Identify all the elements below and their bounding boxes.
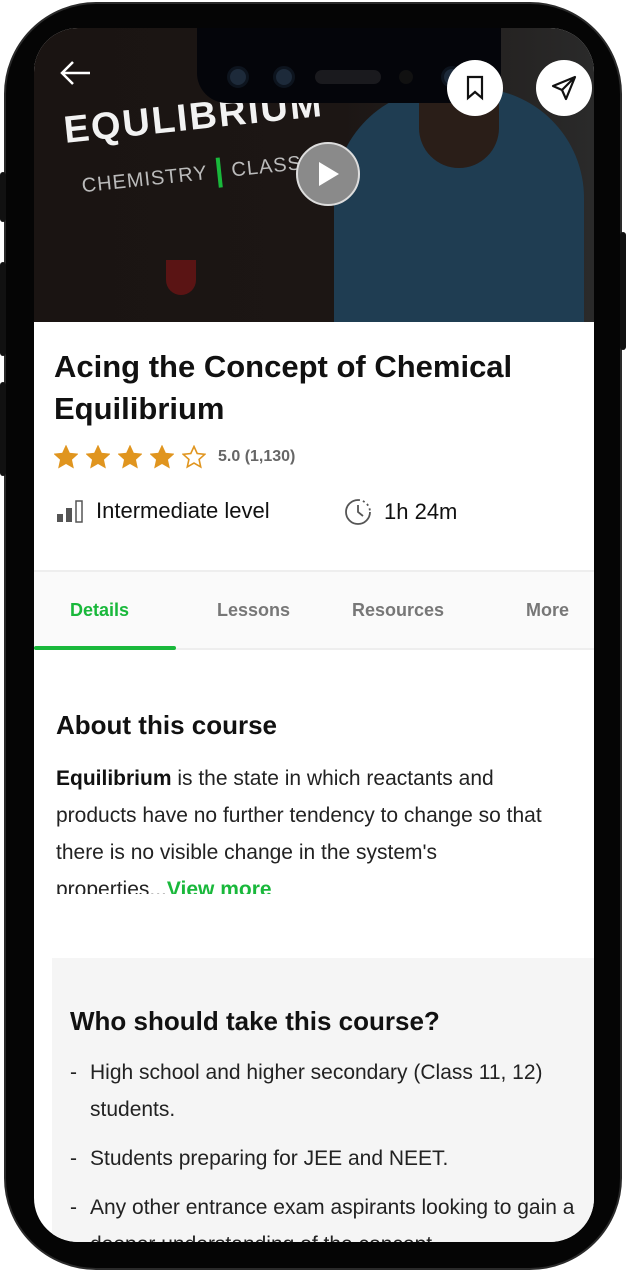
list-item: - Students preparing for JEE and NEET. — [70, 1147, 449, 1170]
level-info: Intermediate level — [56, 498, 270, 524]
list-item: - High school and higher secondary (Class… — [70, 1061, 543, 1121]
arrow-left-icon — [60, 61, 90, 85]
tab-details[interactable]: Details — [70, 600, 129, 621]
tab-lessons[interactable]: Lessons — [217, 600, 290, 621]
rating-text: 5.0 (1,130) — [218, 448, 296, 465]
side-button — [0, 172, 6, 222]
duration-info: 1h 24m — [344, 498, 457, 526]
bookmark-button[interactable] — [447, 60, 503, 116]
tab-bar: Details Lessons Resources More — [34, 570, 594, 650]
list-item: - Any other entrance exam aspirants looki… — [70, 1196, 575, 1242]
star-filled-icon — [150, 445, 174, 469]
star-filled-icon — [86, 445, 110, 469]
audience-heading: Who should take this course? — [70, 1006, 440, 1036]
thumbnail-subtitle: CHEMISTRY CLASS — [80, 152, 303, 198]
level-text: Intermediate level — [96, 498, 270, 523]
about-heading: About this course — [56, 710, 278, 740]
duration-text: 1h 24m — [384, 499, 458, 524]
play-button[interactable] — [296, 142, 360, 206]
clock-icon — [345, 499, 371, 525]
play-icon — [319, 162, 339, 186]
bookmark-icon — [466, 75, 484, 101]
active-tab-indicator — [34, 646, 176, 650]
power-button — [620, 232, 626, 350]
view-more-link[interactable]: View more — [167, 878, 272, 894]
tab-more[interactable]: More — [526, 600, 569, 621]
level-bars-icon — [57, 500, 83, 523]
volume-up-button — [0, 262, 6, 356]
star-filled-icon — [54, 445, 78, 469]
share-button[interactable] — [536, 60, 592, 116]
back-button[interactable] — [58, 58, 92, 93]
volume-down-button — [0, 382, 6, 476]
audience-section: Who should take this course? - High schoo… — [52, 958, 594, 1242]
course-title: Acing the Concept of Chemical Equilibriu… — [54, 349, 513, 426]
send-icon — [551, 75, 577, 101]
about-text: Equilibrium is the state in which reacta… — [56, 760, 576, 894]
star-empty-icon — [182, 445, 206, 469]
rating: 5.0 (1,130) — [54, 445, 295, 469]
tab-resources[interactable]: Resources — [352, 600, 444, 621]
star-filled-icon — [118, 445, 142, 469]
screen: EQULIBRIUM CHEMISTRY CLASS Acing the Conc… — [34, 28, 594, 1242]
